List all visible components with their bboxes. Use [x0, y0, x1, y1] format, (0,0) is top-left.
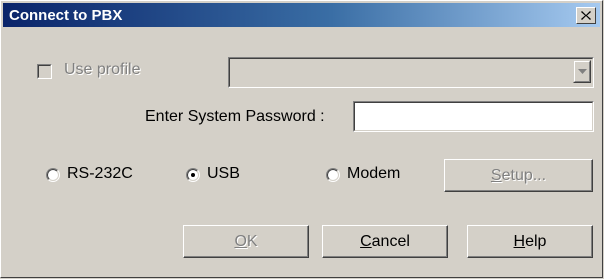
help-mnemonic: H [513, 233, 526, 250]
cancel-label-rest: ancel [371, 233, 410, 250]
help-button[interactable]: Help [467, 225, 593, 258]
radio-button-usb[interactable] [186, 168, 200, 182]
ok-button[interactable]: OK [183, 225, 309, 258]
setup-mnemonic: S [490, 167, 502, 184]
profile-dropdown-button[interactable] [573, 60, 591, 83]
chevron-down-icon [578, 69, 587, 74]
connect-to-pbx-dialog: Connect to PBX Use profile Enter System … [0, 0, 604, 279]
ok-label-rest: K [246, 233, 258, 250]
ok-mnemonic: O [234, 233, 247, 250]
radio-button-rs232c[interactable] [46, 168, 60, 182]
help-label-rest: elp [525, 233, 547, 250]
window-title: Connect to PBX [9, 7, 123, 24]
title-bar[interactable]: Connect to PBX [3, 3, 600, 27]
profile-select[interactable] [228, 57, 594, 88]
radio-selected-dot [191, 173, 195, 177]
cancel-mnemonic: C [360, 233, 372, 250]
use-profile-checkbox[interactable] [37, 64, 52, 79]
radio-label-rs232c: RS-232C [67, 165, 133, 182]
close-icon [581, 11, 591, 20]
setup-label-rest: etup... [501, 167, 547, 184]
close-button[interactable] [576, 7, 596, 24]
cancel-button[interactable]: Cancel [322, 225, 448, 258]
radio-label-modem: Modem [347, 165, 401, 182]
system-password-input[interactable] [353, 101, 594, 132]
system-password-label: Enter System Password : [145, 108, 325, 125]
radio-button-modem[interactable] [326, 168, 340, 182]
radio-label-usb: USB [207, 165, 240, 182]
setup-button[interactable]: Setup... [444, 159, 593, 192]
use-profile-label: Use profile [64, 61, 141, 78]
